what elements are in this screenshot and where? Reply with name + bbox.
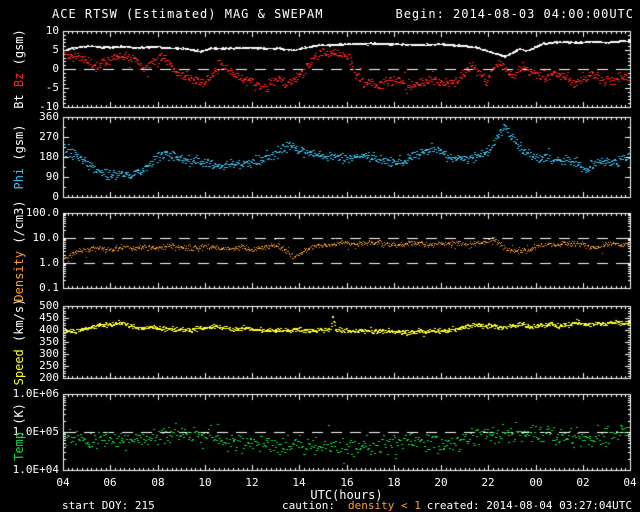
y-tick-label: 180 xyxy=(39,150,59,163)
caution-label: caution: xyxy=(282,499,335,512)
y-tick-label: 270 xyxy=(39,130,59,143)
y-tick-label: 0.1 xyxy=(39,281,59,294)
y-tick-label: 360 xyxy=(39,110,59,123)
y-axis-title-density: Density (/cm3) xyxy=(12,200,26,302)
start-doy-label: start DOY: 215 xyxy=(62,499,155,512)
y-tick-label: 0 xyxy=(52,62,59,75)
y-tick-label: -5 xyxy=(45,81,59,94)
y-axis-title-part: Speed xyxy=(12,349,26,386)
page-title: ACE RTSW (Estimated) MAG & SWEPAM xyxy=(52,7,324,21)
y-axis-title-part: Bz xyxy=(12,72,26,88)
created-timestamp: created: 2014-08-04 03:27:04UTC xyxy=(426,499,632,512)
y-axis-title-speed: Speed (km/s) xyxy=(12,298,26,386)
y-axis-title-bt-bz: Bt Bz (gsm) xyxy=(12,29,26,109)
ace-rtsw-plot: ACE RTSW (Estimated) MAG & SWEPAM Begin:… xyxy=(0,0,640,512)
y-axis-title-part: (/cm3) xyxy=(12,200,26,251)
y-axis-title-part: (gsm) xyxy=(12,29,26,73)
y-tick-label: 1.0E+06 xyxy=(12,387,59,400)
y-tick-label: 10 xyxy=(45,24,59,37)
y-axis-title-phi: Phi (gsm) xyxy=(12,124,26,190)
y-tick-label: 0 xyxy=(52,190,59,203)
y-tick-label: 5 xyxy=(52,43,59,56)
y-axis-title-part: Phi xyxy=(12,167,26,190)
begin-timestamp: Begin: 2014-08-03 04:00:00UTC xyxy=(395,7,634,21)
y-tick-label: 1.0E+04 xyxy=(12,463,59,476)
y-axis-title-temp: Temp (K) xyxy=(12,403,26,461)
y-tick-label: 1.0 xyxy=(39,256,59,269)
y-axis-title-part: Density xyxy=(12,251,26,302)
y-tick-label: 90 xyxy=(45,170,59,183)
y-tick-label: 100.0 xyxy=(25,206,59,219)
y-tick-label: 10.0 xyxy=(32,231,60,244)
y-tick-label: 1.0E+05 xyxy=(12,425,59,438)
y-axis-title-part: (km/s) xyxy=(12,298,26,350)
y-tick-label: 200 xyxy=(39,371,59,384)
plot-canvas xyxy=(0,0,640,512)
y-axis-title-part: Bt xyxy=(12,87,26,109)
y-axis-title-part: (K) xyxy=(12,403,26,432)
caution-value: density < 1 xyxy=(348,499,421,512)
y-axis-title-part: (gsm) xyxy=(12,124,26,168)
y-axis-title-part: Temp xyxy=(12,432,26,461)
